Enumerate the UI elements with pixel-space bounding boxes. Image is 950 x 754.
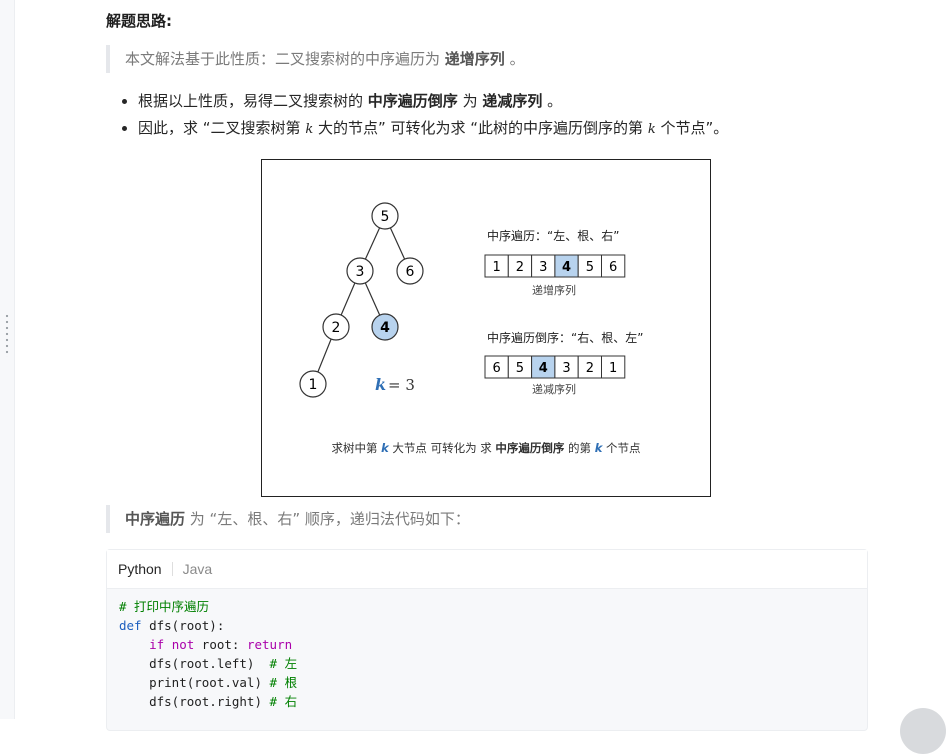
array-cell: 3 bbox=[554, 355, 579, 379]
svg-text:4: 4 bbox=[380, 320, 390, 336]
drag-handle-icon[interactable] bbox=[5, 313, 9, 357]
code-content: # 打印中序遍历 def dfs(root): if not root: ret… bbox=[107, 589, 867, 719]
bullet-text: 个节点”。 bbox=[655, 119, 729, 137]
array-cell: 1 bbox=[601, 355, 626, 379]
array-cell: 4 bbox=[554, 254, 579, 278]
inorder-caption: 递增序列 bbox=[532, 283, 576, 297]
array-cell: 5 bbox=[507, 355, 533, 379]
quote-emphasis: 中序遍历 bbox=[125, 510, 186, 528]
quote-text: 为 “左、根、右” 顺序，递归法代码如下： bbox=[185, 510, 470, 528]
left-rail bbox=[0, 0, 15, 719]
code-line: dfs(root.left) # 左 bbox=[119, 656, 298, 671]
k-label: k bbox=[375, 375, 386, 394]
array-cell: 3 bbox=[531, 254, 556, 278]
array-cell: 2 bbox=[577, 355, 603, 379]
tree-node-highlighted: 4 bbox=[371, 313, 399, 341]
array-cell: 6 bbox=[484, 355, 509, 379]
inorder-title: 中序遍历：“左、根、右” bbox=[487, 228, 619, 243]
quote-emphasis: 递增序列 bbox=[444, 50, 505, 68]
figure-caption: 求树中第 k 大节点 可转化为 求 中序遍历倒序 的第 k 个节点 bbox=[331, 441, 640, 455]
illustration-figure: 5 3 6 2 4 1 k = 3 中序遍历：“左、根、右” 1 2 3 4 5… bbox=[261, 159, 711, 497]
svg-text:4: 4 bbox=[539, 361, 548, 376]
tab-python[interactable]: Python bbox=[118, 561, 162, 577]
quote-text: 本文解法基于此性质：二叉搜索树的中序遍历为 bbox=[125, 50, 445, 68]
code-language-tabs: Python Java bbox=[107, 550, 867, 589]
svg-text:5: 5 bbox=[381, 209, 390, 225]
svg-text:3: 3 bbox=[539, 260, 547, 275]
svg-text:1: 1 bbox=[493, 260, 501, 275]
svg-text:2: 2 bbox=[516, 260, 524, 275]
array-cell: 5 bbox=[577, 254, 603, 278]
bullet-emphasis: 中序遍历倒序 bbox=[367, 92, 458, 110]
bullet-text: 根据以上性质，易得二叉搜索树的 bbox=[138, 92, 368, 110]
svg-text:5: 5 bbox=[586, 260, 594, 275]
math-k: k bbox=[647, 122, 656, 137]
svg-text:3: 3 bbox=[562, 361, 570, 376]
section-heading: 解题思路: bbox=[106, 12, 172, 30]
tree-node: 5 bbox=[371, 202, 399, 230]
inorder-array: 123456 bbox=[484, 254, 626, 278]
array-cell: 1 bbox=[484, 254, 509, 278]
code-line: def dfs(root): bbox=[119, 618, 225, 633]
svg-text:6: 6 bbox=[609, 260, 617, 275]
floating-action-button[interactable] bbox=[900, 708, 946, 754]
array-cell: 2 bbox=[507, 254, 533, 278]
code-line: print(root.val) # 根 bbox=[119, 675, 298, 690]
bullet-list: 根据以上性质，易得二叉搜索树的 中序遍历倒序 为 递减序列 。 因此，求 “二叉… bbox=[106, 88, 728, 143]
svg-text:3: 3 bbox=[356, 264, 365, 280]
bst-diagram: 5 3 6 2 4 1 k = 3 中序遍历：“左、根、右” 1 2 3 4 5… bbox=[299, 202, 643, 455]
tree-node: 3 bbox=[346, 257, 374, 285]
svg-text:1: 1 bbox=[609, 361, 617, 376]
svg-text:5: 5 bbox=[516, 361, 524, 376]
k-equals: = 3 bbox=[388, 376, 415, 394]
svg-text:6: 6 bbox=[493, 361, 501, 376]
code-line: dfs(root.right) # 右 bbox=[119, 694, 298, 709]
tree-node: 6 bbox=[396, 257, 424, 285]
tab-divider bbox=[171, 562, 173, 576]
reverse-caption: 递减序列 bbox=[532, 382, 576, 396]
quote-text-end: 。 bbox=[504, 50, 525, 68]
tab-java[interactable]: Java bbox=[183, 561, 213, 577]
bullet-item: 因此，求 “二叉搜索树第 k 大的节点” 可转化为求 “此树的中序遍历倒序的第 … bbox=[138, 115, 728, 143]
array-cell: 6 bbox=[601, 254, 626, 278]
svg-text:1: 1 bbox=[309, 377, 318, 393]
blockquote-inorder: 中序遍历 为 “左、根、右” 顺序，递归法代码如下： bbox=[106, 505, 885, 533]
tree-node: 2 bbox=[322, 313, 350, 341]
code-line: # 打印中序遍历 bbox=[119, 599, 210, 614]
reverse-title: 中序遍历倒序：“右、根、左” bbox=[487, 330, 643, 345]
bullet-text: 为 bbox=[457, 92, 483, 110]
svg-text:6: 6 bbox=[406, 264, 415, 280]
bullet-text: 大的节点” 可转化为求 “此树的中序遍历倒序的第 bbox=[313, 119, 648, 137]
tree-node: 1 bbox=[299, 370, 327, 398]
bullet-emphasis: 递减序列 bbox=[482, 92, 543, 110]
svg-text:2: 2 bbox=[332, 320, 341, 336]
code-block: Python Java # 打印中序遍历 def dfs(root): if n… bbox=[106, 549, 868, 731]
reverse-array: 6543 21 bbox=[484, 355, 626, 379]
bullet-text: 。 bbox=[542, 92, 563, 110]
array-cell: 4 bbox=[531, 355, 556, 379]
bullet-text: 因此，求 “二叉搜索树第 bbox=[138, 119, 306, 137]
svg-text:2: 2 bbox=[586, 361, 594, 376]
blockquote-property: 本文解法基于此性质：二叉搜索树的中序遍历为 递增序列 。 bbox=[106, 45, 885, 73]
svg-text:4: 4 bbox=[562, 260, 571, 275]
bullet-item: 根据以上性质，易得二叉搜索树的 中序遍历倒序 为 递减序列 。 bbox=[138, 88, 728, 115]
code-line: if not root: return bbox=[149, 637, 293, 652]
